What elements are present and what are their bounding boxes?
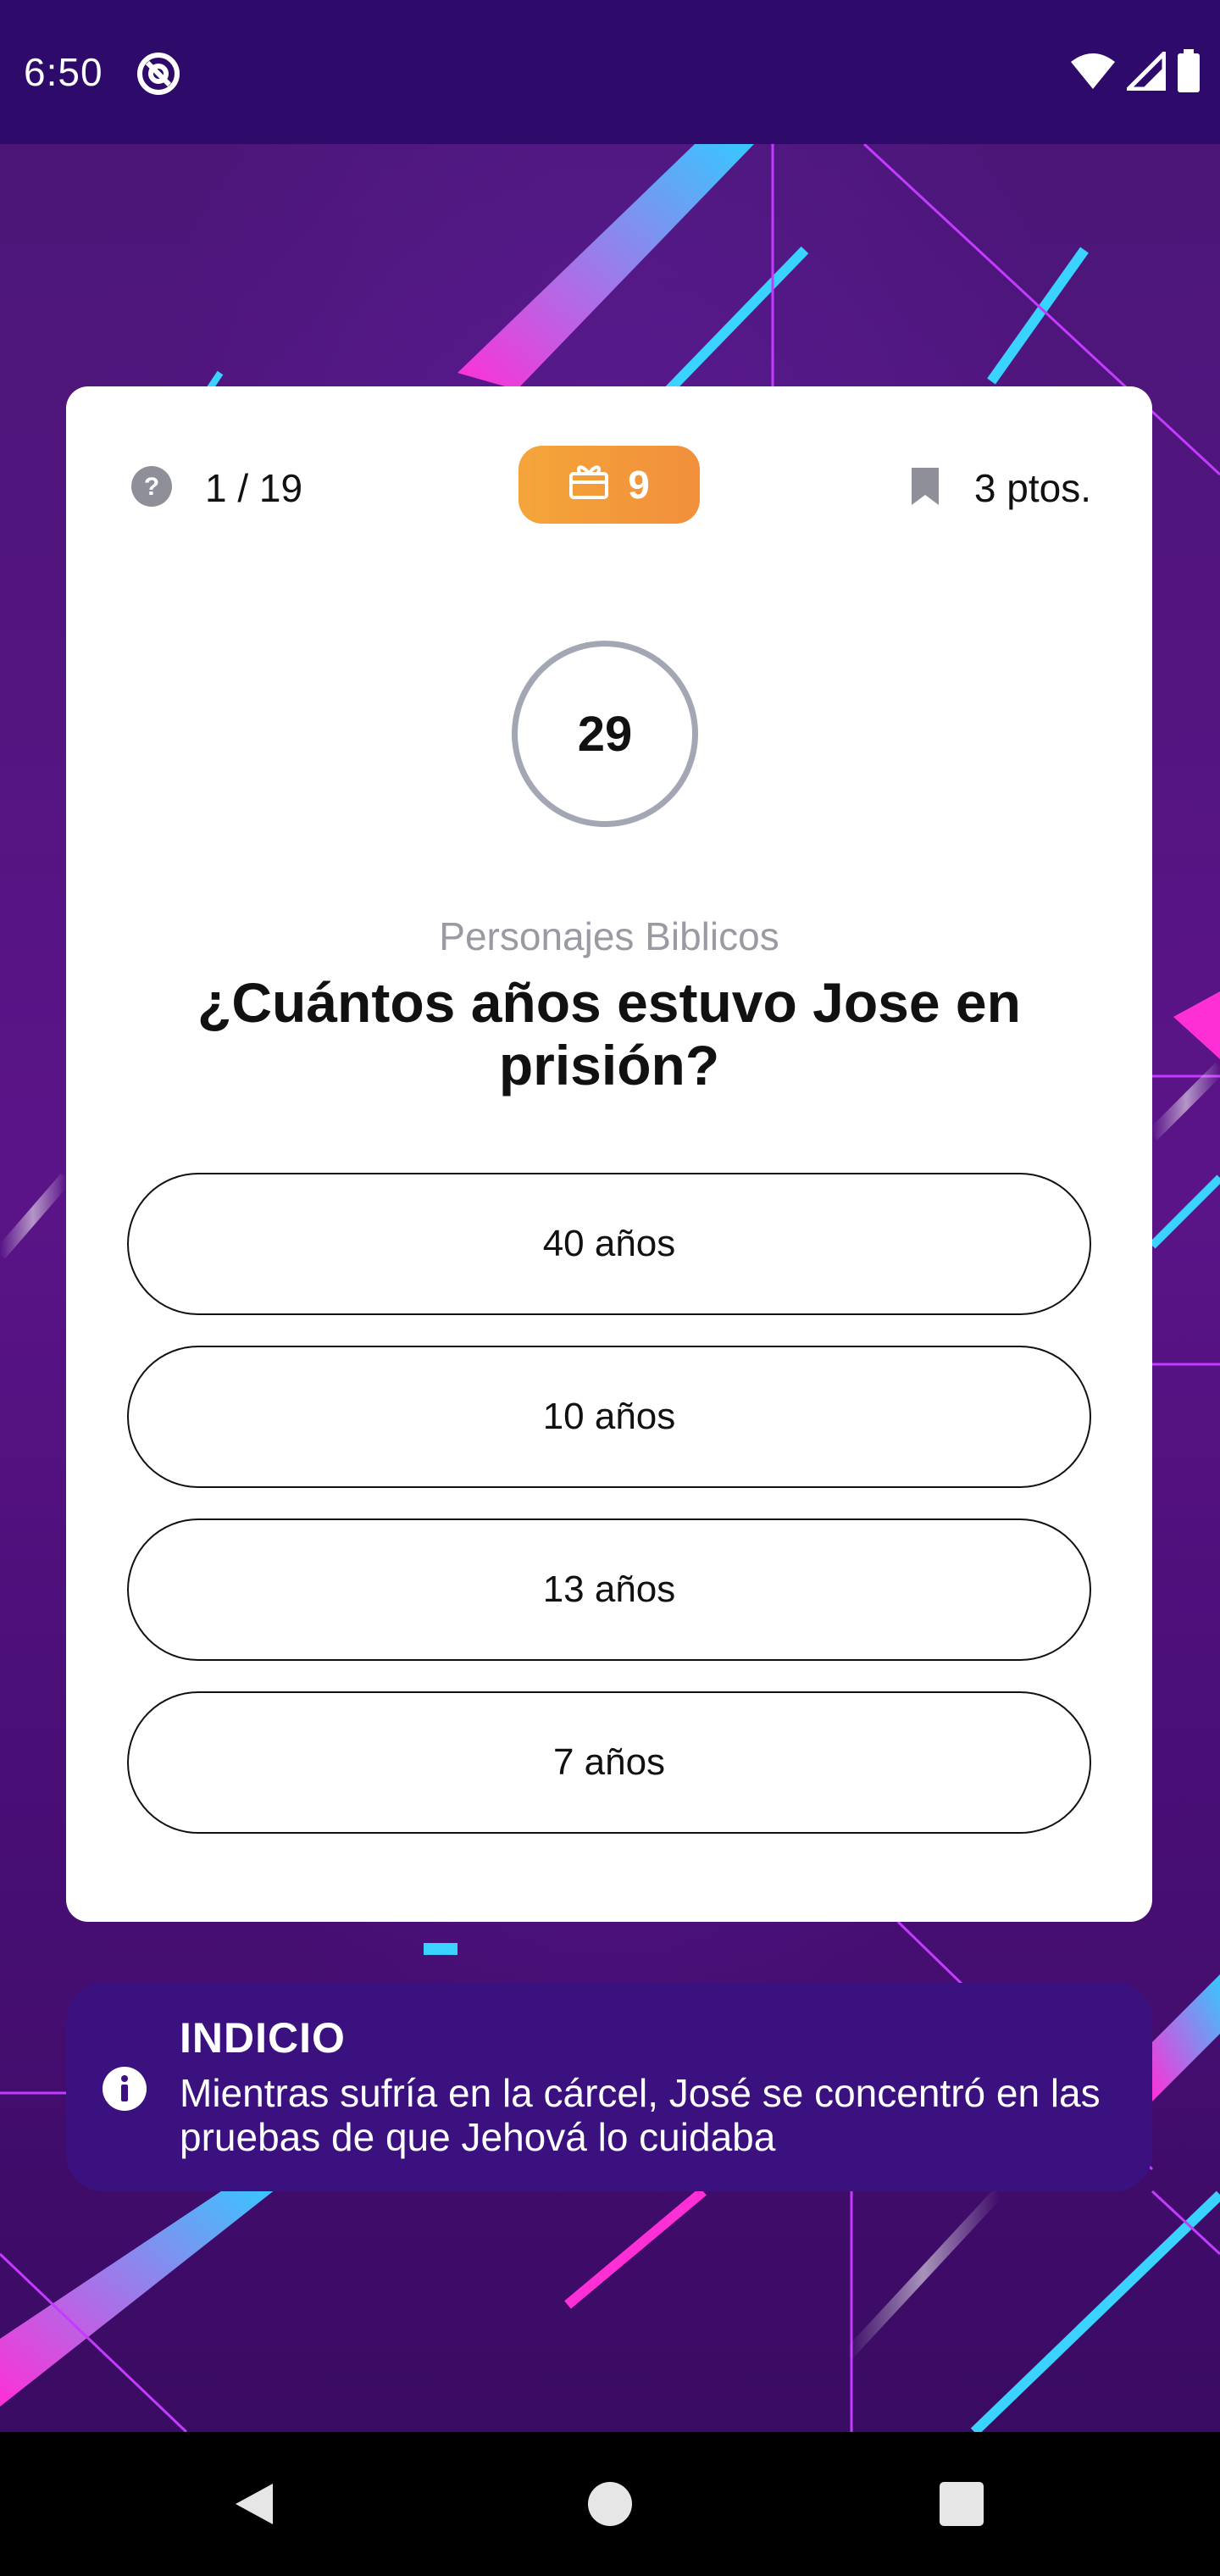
gift-badge[interactable]: 9 [518, 446, 700, 524]
question-counter: ? 1 / 19 [130, 446, 302, 530]
question-counter-text: 1 / 19 [205, 466, 303, 510]
gift-icon [568, 462, 609, 508]
answer-option-3[interactable]: 13 años [127, 1518, 1091, 1661]
status-icons [1069, 47, 1201, 97]
home-icon [588, 2482, 632, 2526]
answer-option-2[interactable]: 10 años [127, 1346, 1091, 1488]
status-time: 6:50 [24, 50, 103, 94]
recents-button[interactable] [894, 2432, 1029, 2576]
status-bar: 6:50 [0, 0, 1220, 144]
navigation-bar [0, 2432, 1220, 2576]
wifi-icon [1069, 52, 1117, 95]
signal-icon [1123, 47, 1167, 95]
back-button[interactable] [186, 2432, 322, 2576]
svg-text:?: ? [144, 473, 159, 501]
hint-panel: INDICIO Mientras sufría en la cárcel, Jo… [66, 1983, 1152, 2191]
answer-option-1[interactable]: 40 años [127, 1173, 1091, 1315]
answer-option-4[interactable]: 7 años [127, 1691, 1091, 1834]
info-icon [102, 2066, 147, 2112]
gift-count: 9 [628, 463, 650, 507]
hint-text: Mientras sufría en la cárcel, José se co… [180, 2071, 1101, 2159]
question-text: ¿Cuántos años estuvo Jose en prisión? [197, 971, 1021, 1096]
quiz-stats-row: ? 1 / 19 9 3 ptos. [66, 446, 1152, 530]
countdown-timer: 29 [512, 641, 698, 827]
back-icon [236, 2484, 273, 2524]
help-icon[interactable]: ? [130, 465, 173, 512]
at-sign-icon [136, 51, 181, 97]
hint-title: INDICIO [180, 2014, 346, 2062]
points-text: 3 ptos. [973, 466, 1091, 510]
battery-icon [1176, 49, 1201, 97]
bookmark-icon [910, 466, 940, 511]
home-button[interactable] [542, 2432, 678, 2576]
answer-list: 40 años 10 años 13 años 7 años [127, 1173, 1091, 1864]
points-display: 3 ptos. [910, 446, 1091, 530]
question-category: Personajes Biblicos [439, 914, 779, 958]
question-card: ? 1 / 19 9 3 ptos. 29 Personajes Biblico… [66, 386, 1152, 1922]
recents-icon [940, 2482, 984, 2526]
